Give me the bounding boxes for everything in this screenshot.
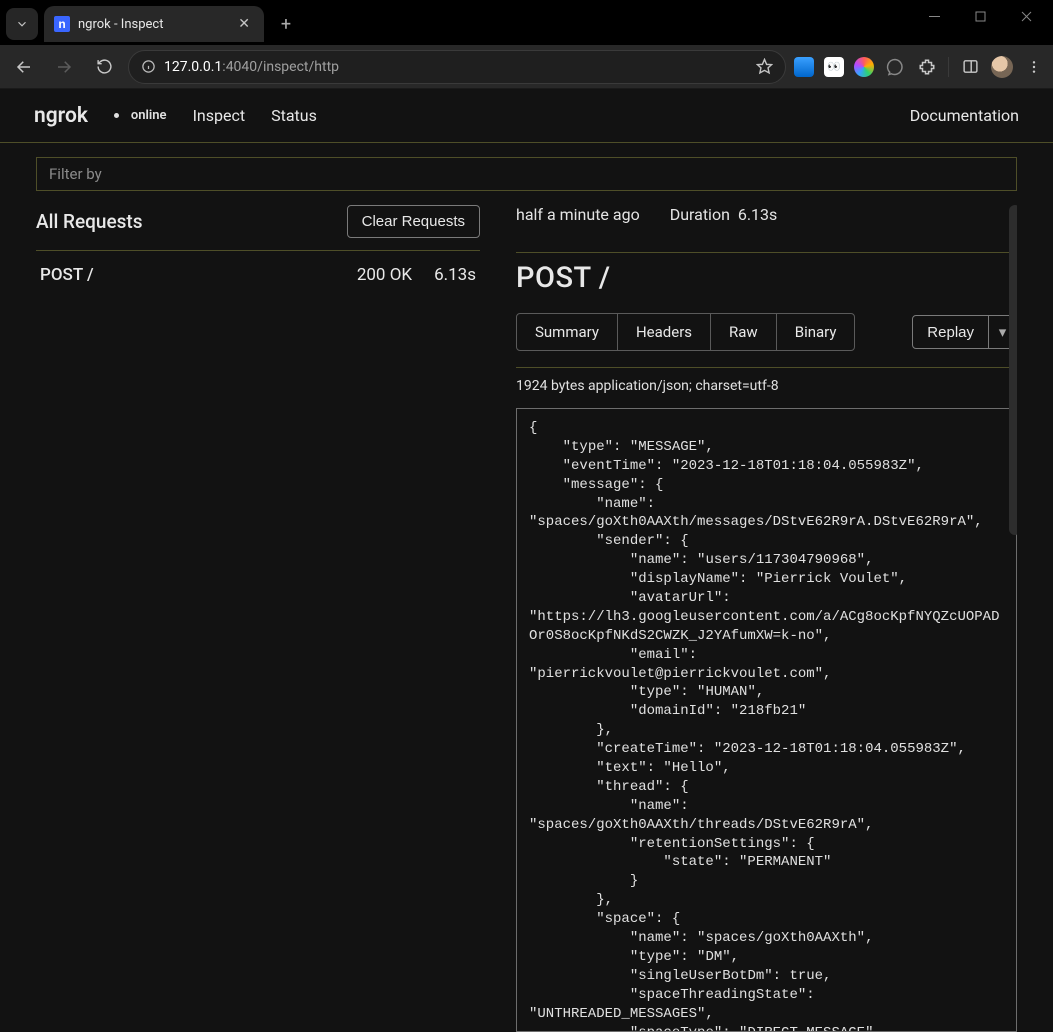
tab-binary[interactable]: Binary <box>777 314 855 350</box>
requests-title: All Requests <box>36 210 143 233</box>
extensions-puzzle-icon[interactable] <box>916 51 938 83</box>
requests-panel: All Requests Clear Requests POST / 200 O… <box>36 205 496 1032</box>
window-close-button[interactable] <box>1003 0 1049 32</box>
extension-icon[interactable] <box>884 51 906 83</box>
site-info-icon[interactable] <box>141 59 156 74</box>
address-bar[interactable]: 127.0.0.1:4040/inspect/http <box>128 50 786 84</box>
tab-summary[interactable]: Summary <box>517 314 618 350</box>
new-tab-button[interactable]: + <box>272 10 300 38</box>
extension-icon[interactable]: 👀 <box>824 57 844 77</box>
request-time: half a minute ago <box>516 205 640 224</box>
bookmark-star-icon[interactable] <box>756 58 773 75</box>
url-text: 127.0.0.1:4040/inspect/http <box>164 59 339 75</box>
request-response: 200 OK <box>357 265 412 285</box>
chrome-menu-icon[interactable] <box>1023 51 1045 83</box>
tab-title: ngrok - Inspect <box>78 17 226 32</box>
favicon-icon: n <box>54 16 70 32</box>
request-duration: 6.13s <box>434 265 476 285</box>
replay-button[interactable]: Replay <box>912 315 989 349</box>
payload-body[interactable]: { "type": "MESSAGE", "eventTime": "2023-… <box>516 408 1017 1032</box>
request-duration-label: Duration 6.13s <box>670 205 778 224</box>
nav-status[interactable]: Status <box>271 106 317 125</box>
status-dot-icon <box>114 113 119 118</box>
filter-input[interactable]: Filter by <box>36 157 1017 191</box>
app-header: ngrok online Inspect Status Documentatio… <box>0 89 1053 143</box>
filter-placeholder: Filter by <box>49 165 102 183</box>
extension-icon[interactable] <box>794 57 814 77</box>
tab-raw[interactable]: Raw <box>711 314 777 350</box>
divider <box>516 252 1017 253</box>
tab-headers[interactable]: Headers <box>618 314 711 350</box>
divider <box>516 367 1017 368</box>
nav-documentation[interactable]: Documentation <box>910 106 1019 125</box>
back-button[interactable] <box>8 51 40 83</box>
browser-toolbar: 127.0.0.1:4040/inspect/http 👀 <box>0 45 1053 89</box>
titlebar: n ngrok - Inspect ✕ + <box>0 0 1053 45</box>
nav-inspect[interactable]: Inspect <box>193 106 246 125</box>
browser-tab[interactable]: n ngrok - Inspect ✕ <box>44 6 264 42</box>
payload-json: { "type": "MESSAGE", "eventTime": "2023-… <box>529 419 1004 1032</box>
tab-search-button[interactable] <box>6 8 38 40</box>
clear-requests-button[interactable]: Clear Requests <box>347 205 480 238</box>
request-title: POST / <box>516 261 1017 295</box>
scrollbar[interactable] <box>1009 205 1017 535</box>
tab-close-button[interactable]: ✕ <box>234 14 254 34</box>
request-row[interactable]: POST / 200 OK 6.13s <box>36 251 480 299</box>
brand-logo: ngrok <box>34 104 88 128</box>
window-minimize-button[interactable] <box>911 0 957 32</box>
detail-panel: half a minute ago Duration 6.13s POST / … <box>496 205 1017 1032</box>
connection-status: online <box>114 108 167 123</box>
payload-info: 1924 bytes application/json; charset=utf… <box>516 378 1017 394</box>
request-method-path: POST / <box>40 265 357 285</box>
forward-button[interactable] <box>48 51 80 83</box>
detail-tabs: Summary Headers Raw Binary <box>516 313 855 351</box>
reload-button[interactable] <box>88 51 120 83</box>
window-maximize-button[interactable] <box>957 0 1003 32</box>
toolbar-divider <box>948 57 949 77</box>
side-panel-icon[interactable] <box>959 51 981 83</box>
extension-icon[interactable] <box>854 57 874 77</box>
main-content: Filter by All Requests Clear Requests PO… <box>0 143 1053 1032</box>
profile-avatar[interactable] <box>991 56 1013 78</box>
